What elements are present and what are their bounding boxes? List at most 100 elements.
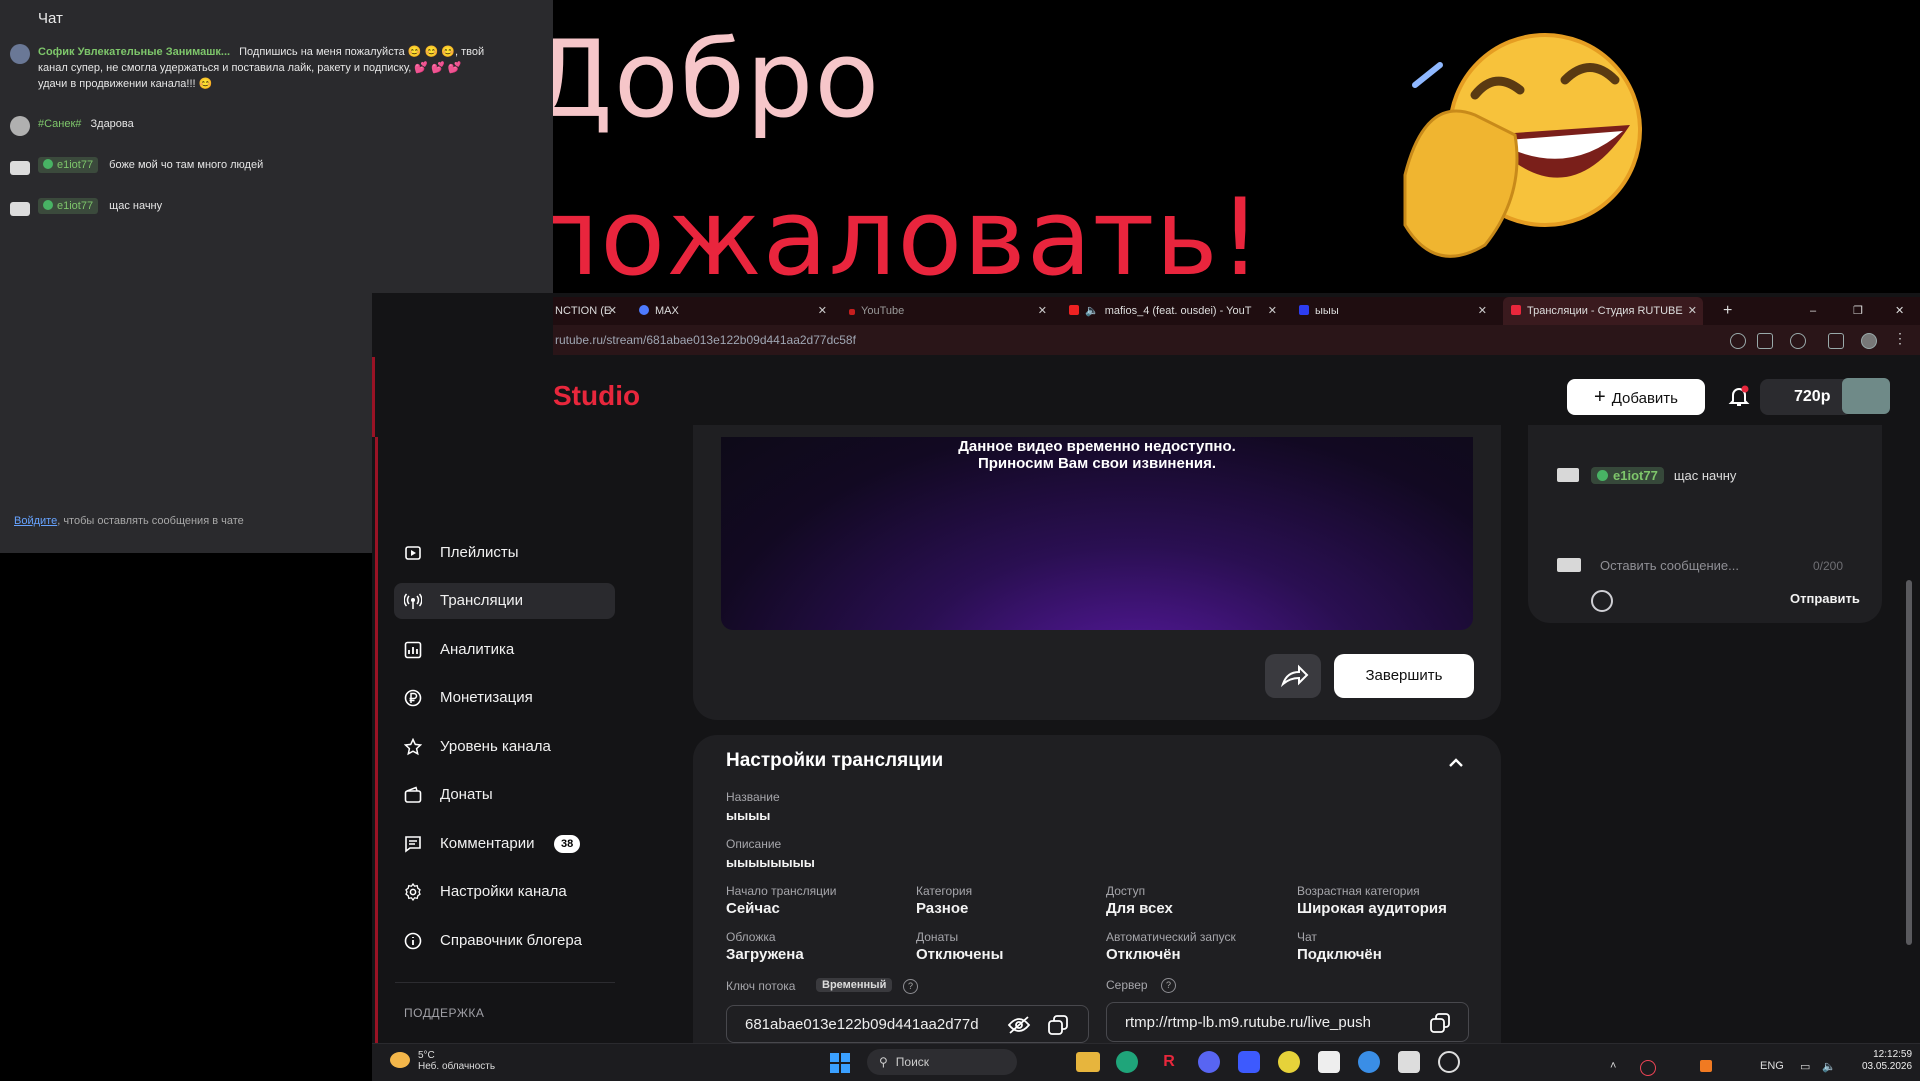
verified-icon (43, 159, 53, 169)
chat-text: Здарова (90, 118, 134, 130)
support-section-title: ПОДДЕРЖКА (404, 1006, 485, 1020)
close-icon[interactable]: ✕ (1038, 297, 1047, 325)
field-label: Доступ (1106, 884, 1146, 898)
tab-label: MAX (655, 305, 679, 317)
studio-logo[interactable]: Studio (553, 380, 640, 412)
network-icon[interactable]: ▭ (1800, 1060, 1810, 1073)
app-icon[interactable] (1438, 1051, 1460, 1073)
close-icon[interactable]: ✕ (1268, 297, 1277, 325)
sidebar-item-label: Аналитика (440, 641, 515, 658)
chat-send-button[interactable]: Отправить (1790, 591, 1860, 606)
chat-author[interactable]: #Санек# (38, 118, 81, 130)
tab[interactable]: MAX ✕ (633, 297, 833, 325)
roblox-icon[interactable] (1318, 1051, 1340, 1073)
server-url-field[interactable]: rtmp://rtmp-lb.m9.rutube.ru/live_push (1106, 1002, 1469, 1042)
chevron-up-icon[interactable] (1446, 753, 1466, 773)
sidebar-item-blogger-guide[interactable]: Справочник блогера (394, 923, 615, 959)
field-value: Для всех (1106, 900, 1173, 917)
sidebar-item-monetization[interactable]: Монетизация (394, 680, 615, 716)
sidebar-item-broadcasts[interactable]: Трансляции (394, 583, 615, 619)
chat-author-badge[interactable]: e1iot77 (1591, 467, 1664, 484)
window-close-button[interactable]: ✕ (1895, 297, 1915, 325)
quality-selector[interactable]: 720p (1760, 379, 1852, 415)
ruble-icon (404, 689, 422, 707)
copy-icon[interactable] (1429, 1012, 1451, 1034)
sidebar-item-channel-settings[interactable]: Настройки канала (394, 874, 615, 910)
restore-button[interactable]: ❐ (1853, 297, 1873, 325)
copy-icon[interactable] (1047, 1014, 1069, 1036)
close-icon[interactable]: ✕ (818, 297, 827, 325)
close-icon[interactable]: ✕ (608, 297, 617, 325)
tray-app-icon[interactable] (1640, 1060, 1656, 1076)
close-icon[interactable]: ✕ (1478, 297, 1487, 325)
scrollbar[interactable] (1906, 580, 1912, 945)
chat-text: щас начну (109, 200, 163, 212)
url-text[interactable]: rutube.ru/stream/681abae013e122b09d441aa… (555, 333, 856, 347)
welcome-line-2: пожаловать! (530, 176, 1263, 299)
windows-start-icon[interactable] (830, 1053, 850, 1073)
help-icon[interactable]: ? (903, 979, 918, 994)
tab[interactable]: ыыы ✕ (1293, 297, 1493, 325)
bookmark-star-icon[interactable] (1757, 333, 1773, 349)
chat-char-counter: 0/200 (1813, 559, 1844, 573)
help-icon[interactable]: ? (1161, 978, 1176, 993)
app-icon[interactable] (1278, 1051, 1300, 1073)
sidebar-item-analytics[interactable]: Аналитика (394, 632, 615, 668)
edge-browser-icon[interactable] (1116, 1051, 1138, 1073)
eye-off-icon[interactable] (1007, 1015, 1031, 1035)
language-indicator[interactable]: ENG (1760, 1060, 1784, 1072)
welcome-overlay: Добро пожаловать! (530, 18, 1263, 299)
discord-icon[interactable] (1198, 1051, 1220, 1073)
tab[interactable]: 🔈 mafios_4 (feat. ousdei) - YouT ✕ (1063, 297, 1283, 325)
chat-message: Софик Увлекательные Занимашк... Подпишис… (10, 44, 490, 92)
extensions-icon[interactable] (1790, 333, 1806, 349)
new-tab-button[interactable]: + (1723, 297, 1747, 325)
finish-stream-button[interactable]: Завершить (1334, 654, 1474, 698)
chat-message-input[interactable]: Оставить сообщение... (1600, 558, 1825, 576)
media-icon[interactable] (1828, 333, 1844, 349)
avatar[interactable] (1842, 378, 1890, 414)
profile-icon[interactable] (1861, 333, 1877, 349)
app-icon[interactable] (1398, 1051, 1420, 1073)
tab-label: YouTube (861, 305, 905, 317)
tray-app-icon[interactable] (1700, 1060, 1712, 1072)
tab[interactable]: NCTION (E ✕ (553, 297, 623, 325)
chat-author-badge[interactable]: e1iot77 (38, 157, 99, 173)
server-url-value: rtmp://rtmp-lb.m9.rutube.ru/live_push (1125, 1014, 1371, 1031)
sidebar-item-channel-level[interactable]: Уровень канала (394, 729, 615, 765)
file-explorer-icon[interactable] (1076, 1052, 1100, 1072)
taskbar-search[interactable]: ⚲ Поиск (867, 1049, 1017, 1075)
add-button[interactable]: + Добавить (1567, 379, 1705, 415)
notification-bell-icon[interactable] (1727, 384, 1751, 408)
sidebar-item-donations[interactable]: Донаты (394, 777, 615, 813)
close-icon[interactable]: ✕ (1688, 297, 1697, 325)
app-icon[interactable] (1358, 1051, 1380, 1073)
stream-key-label: Ключ потока (726, 979, 796, 993)
speaker-icon[interactable]: 🔈 (1085, 305, 1099, 317)
app-icon[interactable] (1238, 1051, 1260, 1073)
tab-active[interactable]: Трансляции - Студия RUTUBE ✕ (1503, 297, 1703, 325)
minimize-button[interactable]: – (1810, 297, 1830, 325)
stream-key-field[interactable]: 681abae013e122b09d441aa2d77d (726, 1005, 1089, 1043)
chat-text: щас начну (1673, 468, 1737, 483)
rutube-favicon-icon (1511, 305, 1521, 315)
login-link[interactable]: Войдите (14, 515, 57, 527)
zoom-icon[interactable] (1730, 333, 1746, 349)
welcome-line-1: Добро (530, 18, 881, 141)
tab[interactable]: YouTube ✕ (843, 297, 1053, 325)
taskbar-clock[interactable]: 12:12:59 03.05.2026 (1862, 1049, 1912, 1073)
tray-chevron-icon[interactable]: ˄ (1610, 1060, 1616, 1072)
field-label: Донаты (916, 930, 959, 944)
rutube-app-icon[interactable]: R (1158, 1051, 1180, 1073)
share-button[interactable] (1265, 654, 1321, 698)
sidebar-item-label: Монетизация (440, 689, 533, 706)
weather-widget[interactable]: 5°C Неб. облачность (390, 1050, 495, 1072)
chat-author-badge[interactable]: e1iot77 (38, 198, 99, 214)
field-label: Категория (916, 884, 973, 898)
sidebar-item-playlists[interactable]: Плейлисты (394, 535, 615, 571)
volume-icon[interactable]: 🔈 (1822, 1060, 1836, 1073)
chat-author[interactable]: Софик Увлекательные Занимашк... (38, 46, 230, 58)
menu-icon[interactable]: ⋮ (1893, 331, 1907, 347)
sidebar-item-comments[interactable]: Комментарии 38 (394, 826, 615, 862)
emoji-picker-icon[interactable] (1591, 590, 1613, 612)
